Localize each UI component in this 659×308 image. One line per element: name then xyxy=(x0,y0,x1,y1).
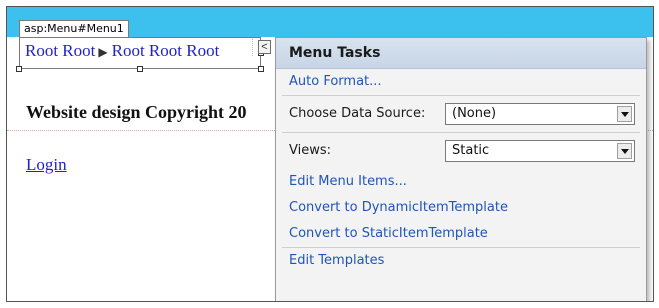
login-link[interactable]: Login xyxy=(26,155,67,175)
resize-handle-bottom-right[interactable] xyxy=(258,66,264,72)
menu-tasks-panel: Menu Tasks Auto Format... Choose Data So… xyxy=(275,37,647,301)
choose-data-source-label: Choose Data Source: xyxy=(289,106,426,121)
data-source-dropdown[interactable]: (None) xyxy=(445,103,635,125)
edit-templates-link[interactable]: Edit Templates xyxy=(276,248,646,274)
copyright-text: Website design Copyright 20 xyxy=(26,102,247,122)
views-dropdown[interactable]: Static xyxy=(445,140,635,162)
resize-handle-bottom-center[interactable] xyxy=(137,66,143,72)
auto-format-link[interactable]: Auto Format... xyxy=(276,69,646,95)
smart-tag-button[interactable]: < xyxy=(258,40,271,54)
convert-static-template-link[interactable]: Convert to StaticItemTemplate xyxy=(276,221,646,247)
chevron-down-icon[interactable] xyxy=(617,106,632,122)
menu-item-root-root[interactable]: Root Root Root xyxy=(112,41,220,60)
control-tag[interactable]: asp:Menu#Menu1 xyxy=(19,20,129,38)
convert-dynamic-template-link[interactable]: Convert to DynamicItemTemplate xyxy=(276,195,646,221)
chevron-down-icon[interactable] xyxy=(617,143,632,159)
menu-tasks-title: Menu Tasks xyxy=(276,38,646,69)
choose-data-source-row: Choose Data Source: (None) xyxy=(276,96,646,132)
menu-item-root[interactable]: Root Root xyxy=(25,41,95,60)
design-surface: asp:Menu#Menu1 Root Root ▶ Root Root Root … xyxy=(6,6,654,302)
views-label: Views: xyxy=(289,143,332,158)
resize-handle-bottom-left[interactable] xyxy=(16,66,22,72)
menu-control[interactable]: Root Root ▶ Root Root Root xyxy=(25,41,257,61)
data-source-value: (None) xyxy=(452,106,497,121)
views-value: Static xyxy=(452,143,490,158)
submenu-arrow-icon: ▶ xyxy=(98,45,108,59)
edit-menu-items-link[interactable]: Edit Menu Items... xyxy=(276,169,646,195)
views-row: Views: Static xyxy=(276,133,646,169)
